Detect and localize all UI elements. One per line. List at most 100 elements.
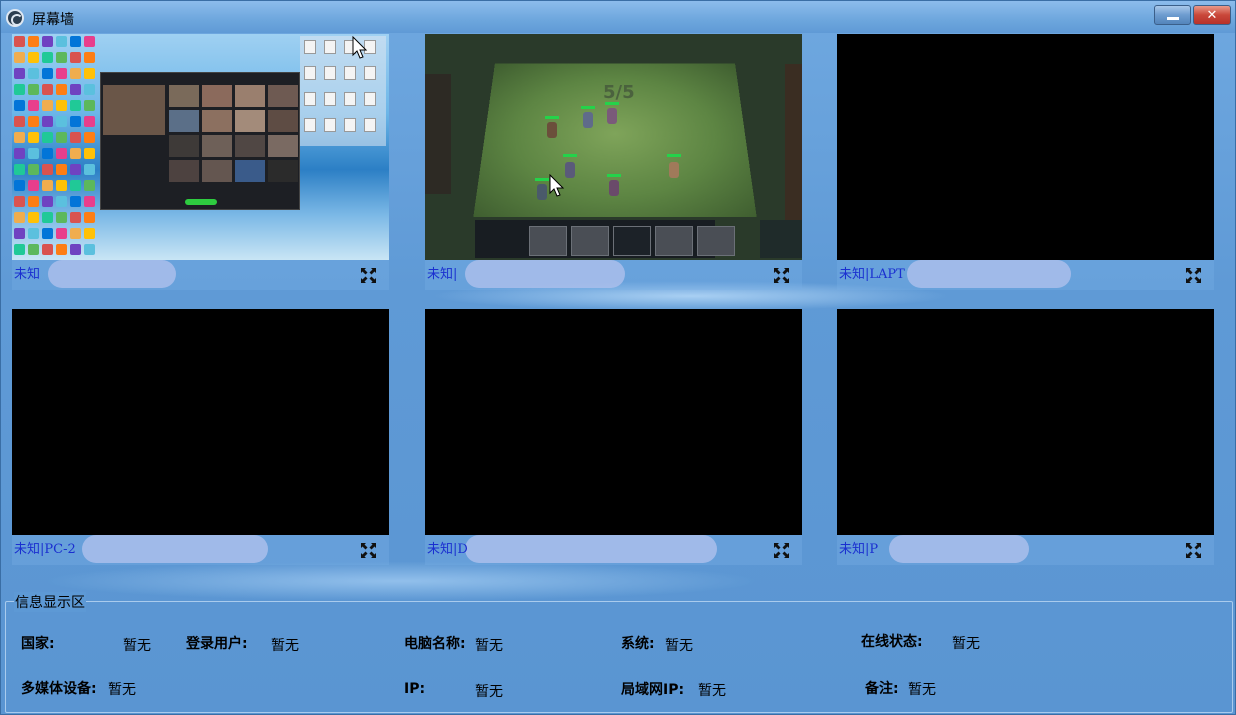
- desktop-shortcut-icon: [14, 36, 25, 47]
- desktop-shortcut-icon: [28, 36, 39, 47]
- remote-screen-blank[interactable]: [425, 309, 802, 535]
- app-icon: [6, 9, 24, 27]
- screen-tile-4[interactable]: 未知|PC-2: [12, 309, 389, 565]
- login-user-label: 登录用户:: [186, 636, 248, 652]
- desktop-shortcut-icon: [70, 228, 81, 239]
- desktop-shortcut-icon: [42, 212, 53, 223]
- file-explorer-window: [300, 36, 386, 146]
- remark-label: 备注:: [865, 681, 899, 697]
- minimize-icon: [1166, 16, 1179, 20]
- desktop-shortcut-icon: [14, 84, 25, 95]
- country-value: 暂无: [123, 638, 151, 654]
- desktop-shortcut-icon: [56, 148, 67, 159]
- fullscreen-expand-icon[interactable]: [360, 542, 377, 559]
- desktop-shortcut-icon: [42, 100, 53, 111]
- desktop-shortcut-icon: [42, 228, 53, 239]
- desktop-shortcut-icon: [84, 196, 95, 207]
- desktop-shortcut-icon: [70, 180, 81, 191]
- screen-tile-5[interactable]: 未知|D: [425, 309, 802, 565]
- round-counter: 5/5: [603, 82, 635, 103]
- mouse-cursor-icon: [549, 174, 565, 197]
- redacted-region: [48, 260, 176, 288]
- desktop-shortcut-icon: [42, 132, 53, 143]
- desktop-shortcut-icon: [56, 116, 67, 127]
- fullscreen-expand-icon[interactable]: [773, 267, 790, 284]
- desktop-shortcut-icon: [70, 84, 81, 95]
- desktop-shortcut-icon: [42, 180, 53, 191]
- remote-screen-blank[interactable]: [12, 309, 389, 535]
- screen-wall-window: 屏幕墙 ✕ 未知 5/5 未知| 未知|LAPT 未知|PC-2 未知|D 未知…: [0, 0, 1236, 715]
- minimize-button[interactable]: [1154, 5, 1191, 25]
- game-minimap: [760, 220, 802, 258]
- desktop-shortcut-icon: [14, 52, 25, 63]
- desktop-shortcut-icon: [42, 164, 53, 175]
- desktop-shortcut-icon: [42, 148, 53, 159]
- remark-value: 暂无: [908, 682, 936, 698]
- desktop-shortcut-icon: [56, 36, 67, 47]
- computer-name-label: 电脑名称:: [404, 636, 466, 652]
- desktop-shortcut-icon: [14, 100, 25, 111]
- desktop-shortcut-icon: [84, 116, 95, 127]
- fullscreen-expand-icon[interactable]: [773, 542, 790, 559]
- desktop-shortcut-icon: [14, 244, 25, 255]
- ip-label: IP:: [404, 681, 426, 697]
- desktop-shortcut-icon: [56, 196, 67, 207]
- media-device-label: 多媒体设备:: [21, 681, 97, 697]
- remote-screen-game[interactable]: 5/5: [425, 34, 802, 260]
- thumbnail-grid: [169, 85, 298, 200]
- desktop-shortcut-icon: [70, 36, 81, 47]
- desktop-shortcut-icon: [42, 36, 53, 47]
- close-icon: ✕: [1206, 7, 1218, 23]
- desktop-shortcut-icon: [42, 196, 53, 207]
- desktop-shortcut-icon: [56, 212, 67, 223]
- desktop-shortcut-icon: [28, 164, 39, 175]
- desktop-shortcut-icon: [28, 68, 39, 79]
- desktop-shortcut-icon: [70, 52, 81, 63]
- desktop-icon-grid: [14, 36, 102, 256]
- desktop-shortcut-icon: [70, 164, 81, 175]
- tile-label: 未知|P: [839, 542, 879, 557]
- system-value: 暂无: [665, 638, 693, 654]
- decorative-glow: [41, 561, 761, 601]
- close-button[interactable]: ✕: [1193, 5, 1231, 25]
- fullscreen-expand-icon[interactable]: [1185, 267, 1202, 284]
- media-device-value: 暂无: [108, 682, 136, 698]
- desktop-shortcut-icon: [56, 244, 67, 255]
- desktop-shortcut-icon: [28, 132, 39, 143]
- lan-ip-value: 暂无: [698, 683, 726, 699]
- desktop-shortcut-icon: [28, 52, 39, 63]
- media-player-window: [100, 72, 300, 210]
- info-display-panel: [5, 601, 1233, 713]
- redacted-region: [465, 535, 717, 563]
- remote-screen-desktop[interactable]: [12, 34, 389, 260]
- desktop-shortcut-icon: [28, 180, 39, 191]
- fullscreen-expand-icon[interactable]: [360, 267, 377, 284]
- remote-screen-blank[interactable]: [837, 34, 1214, 260]
- desktop-shortcut-icon: [70, 148, 81, 159]
- game-hud-right: [785, 64, 802, 224]
- online-status-label: 在线状态:: [861, 634, 923, 650]
- remote-screen-blank[interactable]: [837, 309, 1214, 535]
- desktop-shortcut-icon: [14, 196, 25, 207]
- desktop-shortcut-icon: [56, 132, 67, 143]
- desktop-shortcut-icon: [84, 100, 95, 111]
- desktop-shortcut-icon: [28, 228, 39, 239]
- tile-label: 未知|D: [427, 542, 468, 557]
- screen-tile-2[interactable]: 5/5 未知|: [425, 34, 802, 290]
- desktop-shortcut-icon: [84, 212, 95, 223]
- desktop-shortcut-icon: [56, 164, 67, 175]
- screen-tile-6[interactable]: 未知|P: [837, 309, 1214, 565]
- title-bar[interactable]: 屏幕墙 ✕: [1, 1, 1235, 33]
- screen-tile-3[interactable]: 未知|LAPT: [837, 34, 1214, 290]
- desktop-shortcut-icon: [42, 52, 53, 63]
- desktop-shortcut-icon: [14, 148, 25, 159]
- fullscreen-expand-icon[interactable]: [1185, 542, 1202, 559]
- redacted-region: [465, 260, 625, 288]
- tile-label: 未知: [14, 267, 41, 282]
- screen-tile-1[interactable]: 未知: [12, 34, 389, 290]
- desktop-shortcut-icon: [28, 84, 39, 95]
- desktop-shortcut-icon: [42, 84, 53, 95]
- desktop-shortcut-icon: [56, 68, 67, 79]
- desktop-shortcut-icon: [70, 196, 81, 207]
- desktop-shortcut-icon: [84, 180, 95, 191]
